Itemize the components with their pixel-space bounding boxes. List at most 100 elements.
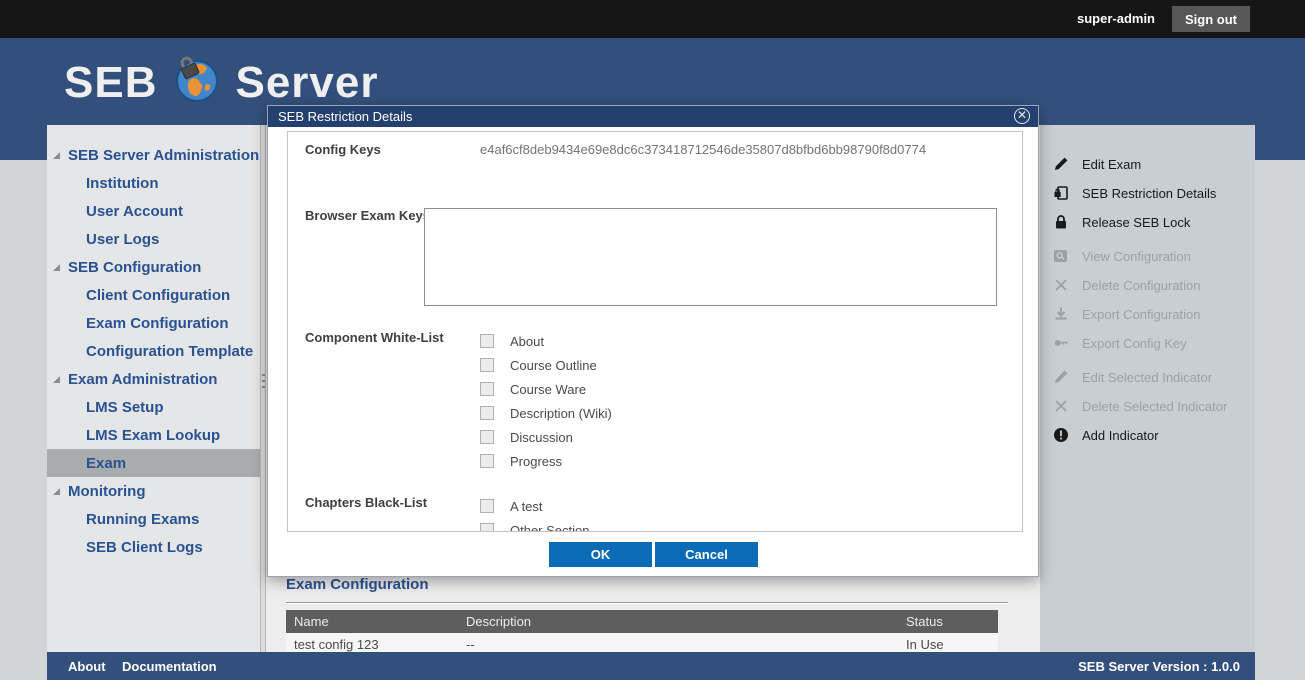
checkbox[interactable]	[480, 382, 494, 396]
action-label: View Configuration	[1082, 249, 1191, 264]
delete-x-icon	[1053, 398, 1069, 414]
action-edit-selected-indicator: Edit Selected Indicator	[1040, 363, 1255, 392]
sidebar-item-lms-exam-lookup[interactable]: LMS Exam Lookup	[47, 421, 260, 449]
sign-out-button[interactable]: Sign out	[1172, 6, 1250, 32]
sidebar-item-label: LMS Exam Lookup	[86, 427, 220, 444]
dialog-form-frame: Config Keys e4af6cf8deb9434e69e8dc6c3734…	[287, 131, 1023, 532]
checkbox[interactable]	[480, 406, 494, 420]
dialog-title: SEB Restriction Details	[278, 109, 412, 124]
seb-server-app: super-admin Sign out SEB Server	[0, 0, 1305, 680]
checkbox[interactable]	[480, 499, 494, 513]
footer-bar: About Documentation SEB Server Version :…	[47, 652, 1255, 680]
checkbox[interactable]	[480, 334, 494, 348]
document-lock-icon	[1053, 185, 1069, 201]
table-row[interactable]: test config 123 -- In Use	[286, 633, 998, 652]
action-label: Export Config Key	[1082, 336, 1187, 351]
sidebar-item-label: Exam Configuration	[86, 315, 229, 332]
action-delete-configuration: Delete Configuration	[1040, 271, 1255, 300]
sidebar-item-seb-client-logs[interactable]: SEB Client Logs	[47, 533, 260, 561]
action-export-config-key: Export Config Key	[1040, 329, 1255, 358]
action-label: Edit Selected Indicator	[1082, 370, 1212, 385]
pencil-icon	[1053, 369, 1069, 385]
sidebar-item-client-configuration[interactable]: Client Configuration	[47, 281, 260, 309]
splitter-grip-dot	[262, 380, 265, 382]
footer-link-about[interactable]: About	[68, 659, 106, 674]
key-icon	[1053, 335, 1069, 351]
checkbox-label: Discussion	[510, 430, 573, 445]
cell-status: In Use	[906, 637, 998, 652]
checkbox[interactable]	[480, 523, 494, 532]
sidebar-item-running-exams[interactable]: Running Exams	[47, 505, 260, 533]
action-label: Add Indicator	[1082, 428, 1159, 443]
sidebar-item-label: LMS Setup	[86, 399, 164, 416]
sidebar-item-exam[interactable]: Exam	[47, 449, 260, 477]
sidebar-item-user-account[interactable]: User Account	[47, 197, 260, 225]
sidebar-item-configuration-template[interactable]: Configuration Template	[47, 337, 260, 365]
app-logo: SEB Server	[64, 56, 379, 109]
sidebar-item-exam-configuration[interactable]: Exam Configuration	[47, 309, 260, 337]
exam-configuration-table: Name Description Status test config 123 …	[286, 610, 998, 652]
nav-sidebar: SEB Server Administration Institution Us…	[47, 125, 260, 652]
action-edit-exam[interactable]: Edit Exam	[1040, 150, 1255, 179]
expand-arrow-icon[interactable]	[53, 376, 60, 383]
close-icon[interactable]: ✕	[1014, 108, 1030, 124]
action-label: Export Configuration	[1082, 307, 1201, 322]
globe-lock-icon	[173, 56, 221, 109]
exclamation-circle-icon	[1053, 427, 1069, 443]
sidebar-item-label: Monitoring	[68, 483, 145, 500]
checkbox[interactable]	[480, 358, 494, 372]
browser-exam-keys-input[interactable]	[424, 208, 997, 306]
action-label: SEB Restriction Details	[1082, 186, 1216, 201]
checkbox[interactable]	[480, 430, 494, 444]
sidebar-item-label: User Account	[86, 203, 183, 220]
checkbox-label: Progress	[510, 454, 562, 469]
cancel-button[interactable]: Cancel	[655, 542, 758, 567]
sidebar-item-lms-setup[interactable]: LMS Setup	[47, 393, 260, 421]
lock-icon	[1053, 214, 1069, 230]
cell-name: test config 123	[286, 637, 466, 652]
sidebar-item-label: Client Configuration	[86, 287, 230, 304]
browser-exam-keys-label: Browser Exam Keys	[305, 208, 430, 223]
delete-x-icon	[1053, 277, 1069, 293]
column-header-status: Status	[906, 614, 998, 629]
column-header-description: Description	[466, 614, 906, 629]
sidebar-item-label: Institution	[86, 175, 158, 192]
sidebar-item-label: Exam Administration	[68, 371, 217, 388]
action-add-indicator[interactable]: Add Indicator	[1040, 421, 1255, 450]
checkbox-label: About	[510, 334, 544, 349]
checkbox-label: Course Ware	[510, 382, 586, 397]
sidebar-item-label: Exam	[86, 455, 126, 472]
sidebar-item-label: Configuration Template	[86, 343, 253, 360]
config-keys-label: Config Keys	[305, 142, 381, 157]
sidebar-item-label: SEB Configuration	[68, 259, 201, 276]
ok-button[interactable]: OK	[549, 542, 652, 567]
sidebar-item-user-logs[interactable]: User Logs	[47, 225, 260, 253]
download-icon	[1053, 306, 1069, 322]
sidebar-item-exam-administration[interactable]: Exam Administration	[47, 365, 260, 393]
cell-description: --	[466, 637, 906, 652]
component-whitelist-label: Component White-List	[305, 330, 444, 345]
action-label: Delete Selected Indicator	[1082, 399, 1227, 414]
footer-version-label: SEB Server Version : 1.0.0	[1078, 659, 1240, 674]
chapters-blacklist-label: Chapters Black-List	[305, 495, 427, 510]
sidebar-item-seb-server-administration[interactable]: SEB Server Administration	[47, 141, 260, 169]
splitter-grip-dot	[262, 374, 265, 376]
action-export-configuration: Export Configuration	[1040, 300, 1255, 329]
action-seb-restriction-details[interactable]: SEB Restriction Details	[1040, 179, 1255, 208]
dialog-titlebar: SEB Restriction Details ✕	[268, 106, 1038, 127]
action-release-seb-lock[interactable]: Release SEB Lock	[1040, 208, 1255, 237]
sidebar-item-seb-configuration[interactable]: SEB Configuration	[47, 253, 260, 281]
sidebar-item-monitoring[interactable]: Monitoring	[47, 477, 260, 505]
top-bar: super-admin Sign out	[0, 0, 1305, 38]
expand-arrow-icon[interactable]	[53, 264, 60, 271]
footer-link-documentation[interactable]: Documentation	[122, 659, 217, 674]
logo-text-server: Server	[235, 58, 378, 108]
sidebar-item-institution[interactable]: Institution	[47, 169, 260, 197]
action-panel: Edit Exam SEB Restriction Details Releas…	[1040, 125, 1255, 652]
expand-arrow-icon[interactable]	[53, 488, 60, 495]
checkbox[interactable]	[480, 454, 494, 468]
expand-arrow-icon[interactable]	[53, 152, 60, 159]
action-label: Release SEB Lock	[1082, 215, 1190, 230]
sidebar-item-label: Running Exams	[86, 511, 199, 528]
seb-restriction-details-dialog: SEB Restriction Details ✕ Config Keys e4…	[267, 105, 1039, 577]
